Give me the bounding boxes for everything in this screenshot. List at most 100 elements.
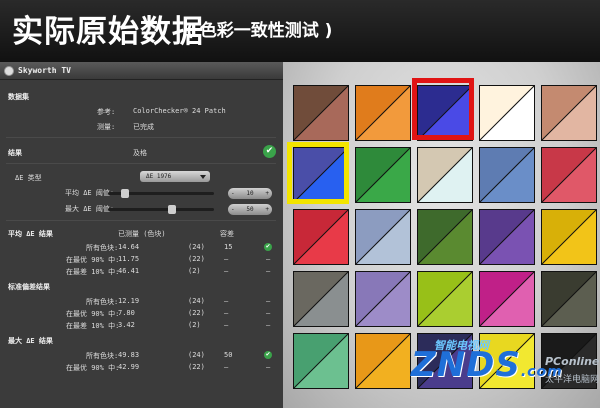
row-tolerance: 15 bbox=[224, 243, 233, 251]
color-patch bbox=[355, 333, 411, 389]
color-patch bbox=[479, 271, 535, 327]
avg-threshold-label: 平均 ΔE 阈值: bbox=[65, 189, 115, 197]
window-title: Skyworth TV bbox=[18, 66, 71, 75]
color-patch bbox=[417, 147, 473, 203]
row-label: 在最优 90% 中: bbox=[66, 256, 120, 264]
col-measured-header: 已测量 (色块) bbox=[118, 230, 166, 238]
dataset-heading: 数据集 bbox=[8, 93, 29, 101]
header-banner: 实际原始数据 ( 色彩一致性测试 ) bbox=[0, 0, 600, 62]
color-patch bbox=[417, 209, 473, 265]
color-patch bbox=[479, 85, 535, 141]
color-patch bbox=[541, 147, 597, 203]
row-count: (24) bbox=[188, 297, 205, 305]
row-tolerance: – bbox=[224, 309, 229, 317]
pass-check-icon: ✔ bbox=[264, 351, 272, 359]
watermark-pconline: PConline bbox=[545, 355, 600, 368]
row-value: 49.83 bbox=[118, 351, 140, 359]
divider bbox=[6, 137, 276, 138]
color-patch bbox=[293, 271, 349, 327]
row-tolerance: – bbox=[224, 255, 229, 263]
row-label: 在最优 90% 中: bbox=[66, 364, 120, 372]
banner-title: 实际原始数据 bbox=[12, 14, 204, 50]
color-patch bbox=[355, 85, 411, 141]
row-label: 所有色块: bbox=[86, 244, 119, 252]
result-heading: 结果 bbox=[8, 149, 22, 157]
row-status: – bbox=[266, 321, 271, 329]
color-patch bbox=[541, 209, 597, 265]
row-tolerance: – bbox=[224, 297, 229, 305]
measure-value: 已完成 bbox=[133, 123, 154, 131]
row-count: (22) bbox=[188, 363, 205, 371]
row-status: – bbox=[266, 267, 271, 275]
max-threshold-label: 最大 ΔE 阈值: bbox=[65, 205, 115, 213]
row-value: 11.75 bbox=[118, 255, 140, 263]
color-patch bbox=[479, 147, 535, 203]
row-value: 42.99 bbox=[118, 363, 140, 371]
row-status: – bbox=[266, 255, 271, 263]
color-patch bbox=[293, 333, 349, 389]
app-logo-icon bbox=[4, 66, 14, 76]
row-tolerance: – bbox=[224, 321, 229, 329]
result-value: 及格 bbox=[133, 149, 147, 157]
std-results-heading: 标准偏差结果 bbox=[8, 283, 50, 291]
row-status: – bbox=[266, 309, 271, 317]
color-patch bbox=[293, 85, 349, 141]
row-tolerance: – bbox=[224, 267, 229, 275]
col-tolerance-header: 容差 bbox=[220, 230, 234, 238]
row-count: (22) bbox=[188, 255, 205, 263]
increment-button[interactable]: + bbox=[265, 204, 269, 215]
row-tolerance: 50 bbox=[224, 351, 233, 359]
pass-check-icon: ✔ bbox=[263, 145, 276, 158]
avg-results-heading: 平均 ΔE 结果 bbox=[8, 230, 53, 238]
color-patch bbox=[355, 209, 411, 265]
row-label: 在最差 10% 中: bbox=[66, 268, 120, 276]
row-value: 12.19 bbox=[118, 297, 140, 305]
ref-label: 参考: bbox=[97, 108, 116, 116]
color-patch bbox=[293, 209, 349, 265]
watermark-pc-zh: 太平洋电脑网 bbox=[545, 375, 600, 385]
watermark-znds: ZNDS.com bbox=[411, 345, 563, 385]
row-status: – bbox=[266, 297, 271, 305]
color-patch bbox=[541, 271, 597, 327]
delta-type-select[interactable]: ΔE 1976 bbox=[140, 171, 210, 182]
row-count: (2) bbox=[188, 321, 201, 329]
highlight-red-frame bbox=[412, 78, 474, 140]
row-label: 在最差 10% 中: bbox=[66, 322, 120, 330]
row-count: (2) bbox=[188, 267, 201, 275]
divider bbox=[6, 220, 276, 221]
row-count: (24) bbox=[188, 243, 205, 251]
pass-check-icon: ✔ bbox=[264, 243, 272, 251]
row-value: 7.80 bbox=[118, 309, 135, 317]
color-patch bbox=[417, 271, 473, 327]
divider bbox=[6, 163, 276, 164]
avg-threshold-slider[interactable] bbox=[108, 189, 214, 198]
results-panel: Skyworth TV 数据集 参考: ColorChecker® 24 Pat… bbox=[0, 62, 283, 408]
color-patch bbox=[479, 209, 535, 265]
row-tolerance: – bbox=[224, 363, 229, 371]
max-threshold-slider[interactable] bbox=[108, 205, 214, 214]
row-count: (22) bbox=[188, 309, 205, 317]
row-label: 所有色块: bbox=[86, 352, 119, 360]
measure-label: 测量: bbox=[97, 123, 116, 131]
avg-threshold-stepper[interactable]: - 10 + bbox=[228, 188, 272, 199]
delta-type-label: ΔE 类型 bbox=[15, 174, 42, 182]
color-patch bbox=[541, 85, 597, 141]
row-value: 46.41 bbox=[118, 267, 140, 275]
row-count: (24) bbox=[188, 351, 205, 359]
delta-type-value: ΔE 1976 bbox=[146, 173, 172, 180]
slider-knob[interactable] bbox=[168, 205, 176, 214]
max-threshold-stepper[interactable]: - 50 + bbox=[228, 204, 272, 215]
increment-button[interactable]: + bbox=[265, 188, 269, 199]
slider-knob[interactable] bbox=[121, 189, 129, 198]
color-patch bbox=[355, 147, 411, 203]
row-label: 在最优 90% 中: bbox=[66, 310, 120, 318]
window-titlebar: Skyworth TV bbox=[0, 62, 283, 80]
chevron-down-icon bbox=[200, 175, 206, 179]
color-patch bbox=[355, 271, 411, 327]
banner-subtitle: ( 色彩一致性测试 ) bbox=[186, 21, 333, 41]
row-value: 14.64 bbox=[118, 243, 140, 251]
row-label: 所有色块: bbox=[86, 298, 119, 306]
max-results-heading: 最大 ΔE 结果 bbox=[8, 337, 53, 345]
row-value: 3.42 bbox=[118, 321, 135, 329]
highlight-yellow-frame bbox=[287, 142, 349, 204]
